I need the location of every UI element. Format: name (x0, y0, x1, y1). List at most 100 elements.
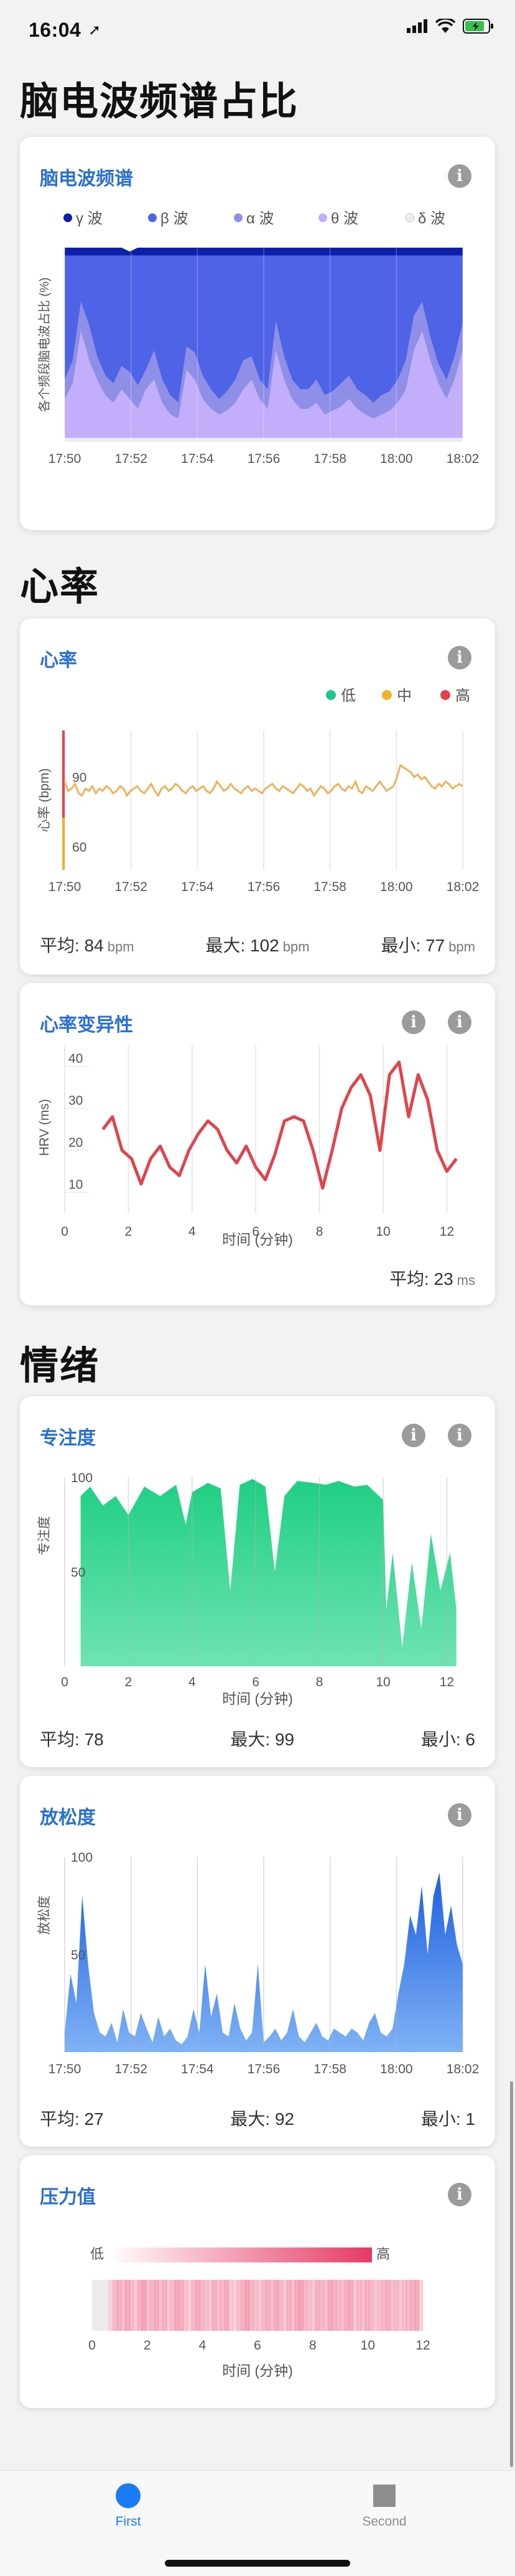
stress-cell (414, 2280, 419, 2331)
x-tick-label: 4 (188, 1675, 196, 1689)
legend-label: δ 波 (418, 210, 445, 227)
stress-cell (319, 2280, 325, 2331)
stress-cell (121, 2280, 126, 2331)
stress-cell (274, 2280, 279, 2331)
wifi-icon (435, 19, 455, 33)
avg-stat: 平均: 23 ms (389, 1269, 475, 1289)
y-axis-label: 放松度 (37, 1896, 52, 1935)
focus-card: 专注度 i i 0 2 4 6 8 10 12 50 100 专注度 时间 (分钟) 平均: 78 … (20, 1396, 495, 1767)
y-axis-label: 各个频段脑电波占比 (%) (37, 278, 52, 413)
stress-cell (125, 2280, 130, 2331)
stress-cell (137, 2280, 142, 2331)
legend-dot (63, 213, 72, 222)
stress-cell (108, 2280, 113, 2331)
status-icons (407, 19, 494, 34)
stress-chart: 低 高 0 2 4 6 8 10 12 时间 (分钟) (88, 2246, 430, 2379)
x-axis-label: 时间 (分钟) (222, 1231, 293, 1248)
tab-first[interactable]: First (109, 2483, 147, 2529)
tab-first-icon (116, 2483, 141, 2508)
scale-gradient (108, 2247, 372, 2262)
brainwave-card: 脑电波频谱 i γ 波β 波α 波θ 波δ 波 17:50 17:52 17:54 17… (20, 137, 495, 530)
x-tick-label: 10 (376, 1675, 390, 1689)
stress-cell (336, 2280, 341, 2331)
stress-cell (294, 2280, 300, 2331)
x-tick-label: 18:02 (447, 2062, 480, 2076)
x-tick-label: 4 (198, 2338, 206, 2353)
stress-cell (241, 2280, 246, 2331)
focus-area (80, 1479, 457, 1666)
x-tick-label: 17:52 (114, 2062, 147, 2076)
legend-label: θ 波 (331, 210, 358, 227)
min-stat: 最小: 1 (420, 2109, 475, 2129)
stress-cell (282, 2280, 287, 2331)
relax-card: 放松度 i 17:50 17:52 17:54 17:56 17:58 18:00 18:0… (20, 1776, 495, 2147)
stress-cell (299, 2280, 304, 2331)
stress-cell (100, 2280, 105, 2331)
legend-dot (234, 213, 243, 222)
stress-cell (258, 2280, 262, 2331)
x-tick-label: 0 (61, 1225, 68, 1239)
scrollbar[interactable] (510, 2081, 513, 2467)
x-tick-label: 17:56 (248, 880, 281, 894)
x-tick-label: 17:56 (248, 452, 281, 466)
tab-second[interactable]: Second (360, 2483, 409, 2529)
stress-cell (356, 2280, 361, 2331)
focus-chart: 0 2 4 6 8 10 12 50 100 专注度时间 (分钟) (37, 1471, 457, 1707)
tab-second-icon (373, 2485, 396, 2507)
x-axis-label: 时间 (分钟) (222, 2363, 293, 2379)
stress-cell (361, 2280, 366, 2331)
stress-cell (236, 2280, 242, 2331)
relax-chart: 17:50 17:52 17:54 17:56 17:58 18:00 18:02 50 100… (37, 1850, 480, 2076)
x-tick-label: 18:02 (447, 452, 480, 466)
x-tick-label: 0 (88, 2338, 96, 2353)
stress-cell (381, 2280, 386, 2331)
y-tick-label: 100 (71, 1471, 93, 1485)
status-time: 16:04 (29, 19, 81, 41)
y-tick-label: 60 (72, 841, 86, 855)
stress-cell (211, 2280, 217, 2331)
x-tick-label: 8 (316, 1225, 323, 1239)
legend-dot (148, 213, 157, 222)
stress-cell (394, 2280, 399, 2331)
x-tick-label: 18:02 (447, 880, 480, 894)
min-stat: 最小: 6 (420, 1730, 475, 1749)
legend-dot (440, 690, 450, 700)
x-tick-label: 18:00 (380, 452, 413, 466)
y-axis-label: 专注度 (37, 1516, 52, 1556)
x-tick-label: 17:54 (181, 880, 214, 894)
stress-cell (278, 2280, 283, 2331)
battery-icon (463, 19, 493, 34)
y-tick-label: 30 (68, 1093, 83, 1108)
x-tick-label: 17:54 (181, 452, 214, 466)
avg-stat: 平均: 78 (40, 1730, 104, 1749)
stress-cell (315, 2280, 320, 2331)
stress-cell (203, 2280, 208, 2331)
legend-dot (326, 690, 336, 700)
min-stat: 最小: 77 bpm (381, 936, 475, 955)
stress-cell (187, 2280, 192, 2331)
y-axis-label: 心率 (bpm) (37, 768, 52, 833)
y-tick-label: 10 (68, 1177, 83, 1192)
x-tick-label: 2 (125, 1225, 132, 1239)
tab-second-label: Second (362, 2514, 407, 2529)
x-tick-label: 17:50 (49, 2062, 81, 2076)
heart-rate-card: 心率 i 低中高 17:50 17:52 17:54 17:56 17:58 18:00 18… (20, 618, 495, 974)
stress-cell (199, 2280, 205, 2331)
x-tick-label: 18:00 (380, 880, 413, 894)
relax-stats: 平均: 27 最大: 92 最小: 1 (40, 2106, 475, 2130)
stress-cell (208, 2280, 213, 2331)
stress-cell (228, 2280, 233, 2331)
x-tick-label: 10 (361, 2338, 375, 2353)
stress-cell (369, 2280, 374, 2331)
x-tick-label: 17:50 (49, 452, 81, 466)
x-tick-label: 12 (440, 1675, 454, 1689)
x-tick-label: 8 (309, 2338, 317, 2353)
stress-cell (419, 2280, 424, 2331)
stress-cell (183, 2280, 188, 2331)
x-tick-label: 4 (188, 1225, 196, 1239)
stress-cell (150, 2280, 155, 2331)
stress-cell (373, 2280, 378, 2331)
stress-cell (377, 2280, 383, 2331)
scale-low-label: 低 (90, 2246, 104, 2262)
stress-cell (158, 2280, 163, 2331)
